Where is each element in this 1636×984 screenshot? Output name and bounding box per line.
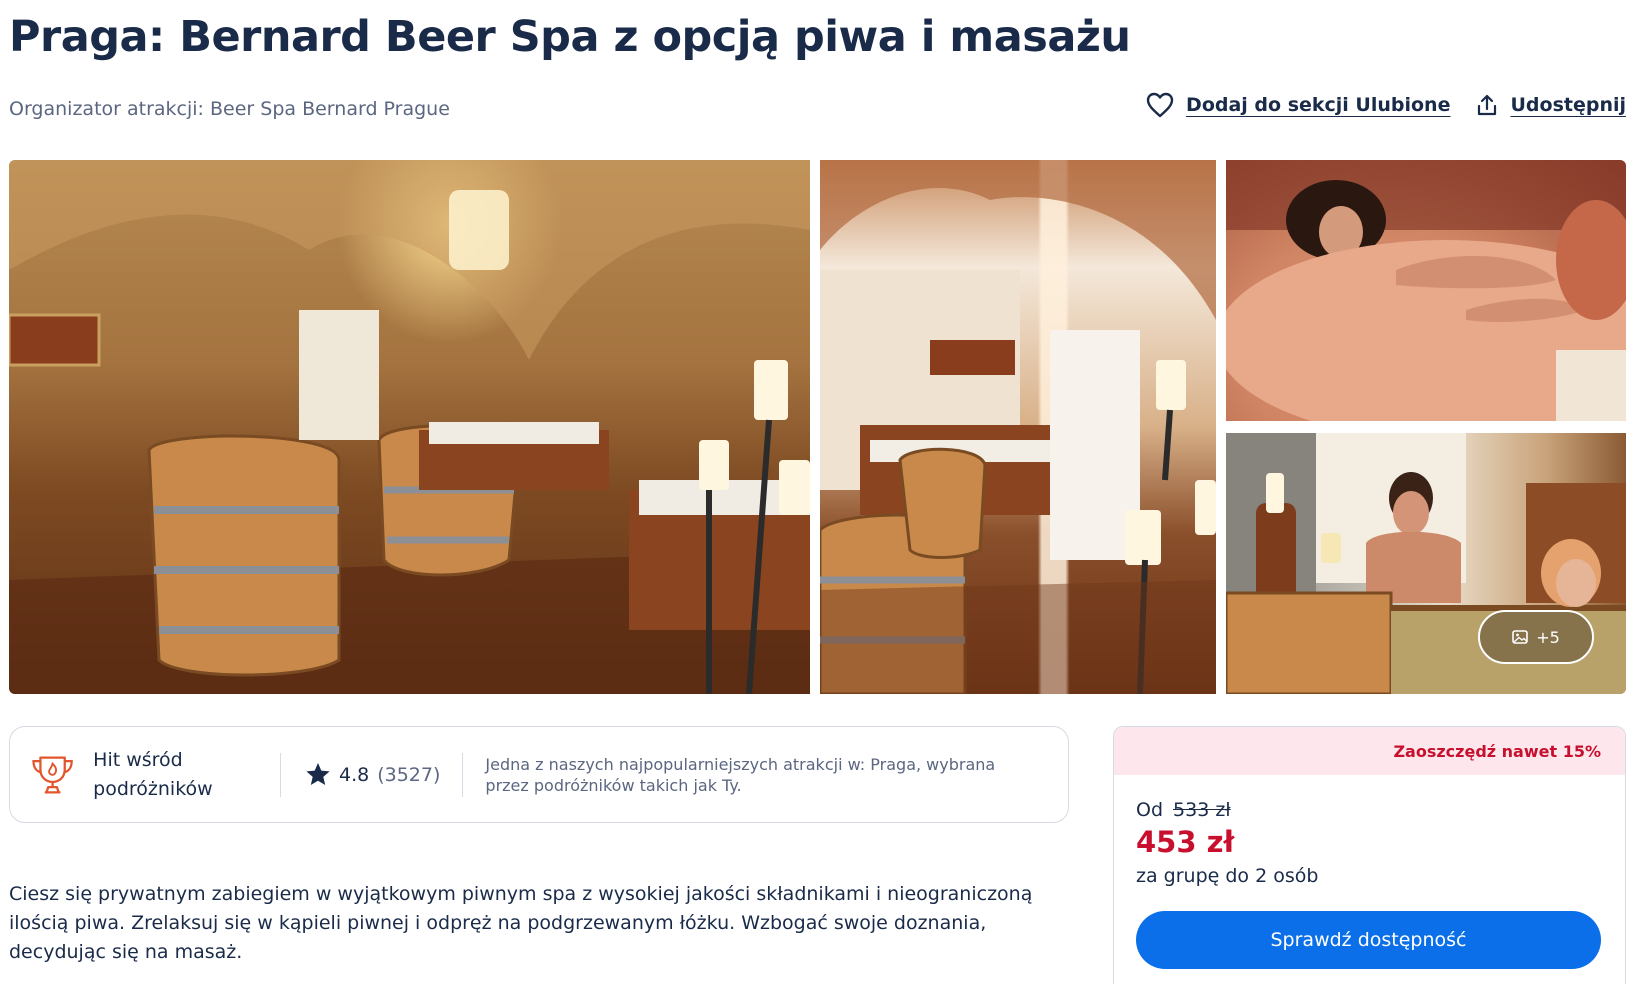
price-details: Od 533 zł 453 zł za grupę do 2 osób Spra… [1114,775,1625,969]
more-photos-count: +5 [1536,627,1560,647]
photo-gallery: +5 [9,160,1626,694]
current-price: 453 zł [1136,825,1235,859]
traveler-hit-badge: Hit wśród podróżników [10,746,280,804]
organizer: Organizator atrakcji: Beer Spa Bernard P… [9,98,450,120]
hit-label: Hit wśród podróżników [93,748,213,800]
star-icon [306,763,330,785]
old-price: 533 zł [1173,799,1231,821]
spa-room-illustration [9,160,810,694]
massage-illustration [1226,160,1626,421]
photo-massage[interactable] [1226,160,1626,421]
savings-banner: Zaoszczędź nawet 15% [1114,727,1625,775]
more-photos-button[interactable]: +5 [1478,610,1594,664]
share-label: Udostępnij [1510,94,1626,116]
favorite-label: Dodaj do sekcji Ulubione [1186,94,1451,116]
organizer-name[interactable]: Beer Spa Bernard Prague [210,98,450,120]
rating-count: (3527) [377,763,441,786]
favorite-button[interactable]: Dodaj do sekcji Ulubione [1146,92,1450,118]
group-size-label: za grupę do 2 osób [1136,865,1319,887]
share-icon [1478,94,1497,116]
from-label: Od [1136,799,1164,821]
rating-value: 4.8 [339,763,370,786]
spa-room-view-illustration [820,160,1216,694]
organizer-label: Organizator atrakcji: [9,98,204,120]
heart-icon [1146,92,1174,118]
rating[interactable]: 4.8 (3527) [281,762,462,787]
activity-description: Ciesz się prywatnym zabiegiem w wyjątkow… [9,883,1033,963]
image-icon [1512,630,1529,644]
booking-card: Zaoszczędź nawet 15% Od 533 zł 453 zł za… [1113,726,1626,984]
photo-beer-spa-room[interactable] [9,160,810,694]
trophy-icon [32,756,73,793]
photo-beer-spa-room-view[interactable] [820,160,1216,694]
share-button[interactable]: Udostępnij [1476,93,1626,117]
check-availability-button[interactable]: Sprawdź dostępność [1136,911,1601,969]
highlights-card: Hit wśród podróżników 4.8 (3527) Jedna z… [9,726,1069,823]
photo-beer-bath-couple[interactable]: +5 [1226,433,1626,694]
original-price-row: Od 533 zł [1136,799,1603,821]
page-title: Praga: Bernard Beer Spa z opcją piwa i m… [9,12,1131,62]
header-actions: Dodaj do sekcji Ulubione Udostępnij [1146,92,1626,118]
popular-text: Jedna z naszych najpopularniejszych atra… [485,754,996,795]
